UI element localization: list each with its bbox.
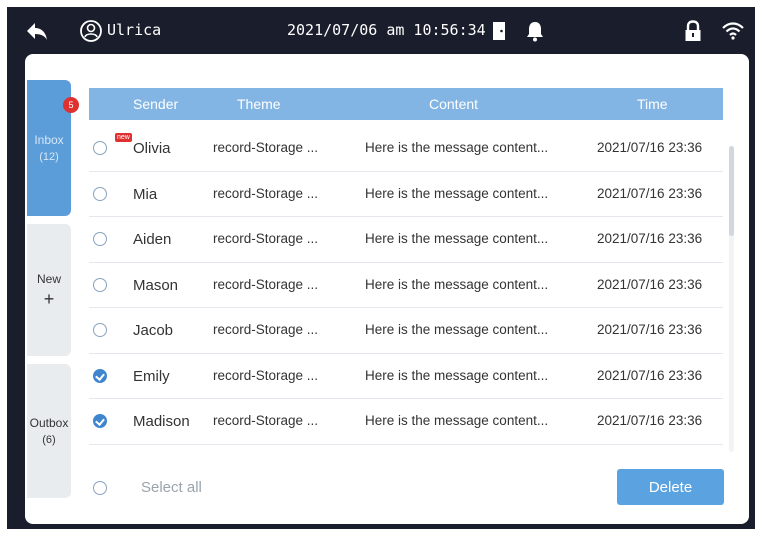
unread-badge: 5 [63,97,79,113]
row-sender: Olivia [133,140,171,157]
door-icon [493,22,505,40]
tab-inbox-label: Inbox [34,133,64,147]
message-row[interactable]: new Olivia record-Storage ... Here is th… [89,126,723,172]
tab-new[interactable]: New + [27,224,71,356]
row-theme: record-Storage ... [213,140,319,155]
row-checkbox[interactable] [93,232,107,246]
tab-new-label: New [36,272,61,286]
row-time: 2021/07/16 23:36 [597,322,703,337]
tab-outbox-label: Outbox [29,416,69,430]
row-content: Here is the message content... [365,140,549,155]
status-bar: Ulrica 2021/07/06 am 10:56:34 [7,7,755,55]
message-panel: Inbox (12) 5 New + Outbox (6) Sender The… [25,54,749,524]
device-frame: Ulrica 2021/07/06 am 10:56:34 Inbox (12)… [7,7,755,529]
lock-icon [685,20,701,41]
message-row[interactable]: Aiden record-Storage ... Here is the mes… [89,217,723,263]
row-checkbox[interactable] [93,323,107,337]
scrollbar[interactable] [729,146,734,452]
row-theme: record-Storage ... [213,413,319,428]
scrollbar-thumb[interactable] [729,146,734,236]
row-checkbox[interactable] [93,368,107,383]
column-header-content: Content [429,96,479,112]
row-sender: Mia [133,185,158,203]
column-header-theme: Theme [237,96,281,112]
select-all-checkbox[interactable] [93,481,107,495]
message-row[interactable]: Jacob record-Storage ... Here is the mes… [89,308,723,354]
row-sender: Aiden [133,231,172,248]
message-row[interactable]: Mia record-Storage ... Here is the messa… [89,172,723,217]
column-header-time: Time [637,96,668,112]
tab-outbox[interactable]: Outbox (6) [27,364,71,498]
row-time: 2021/07/16 23:36 [597,140,703,155]
table-header: Sender Theme Content Time [89,88,723,120]
row-content: Here is the message content... [365,231,549,246]
row-time: 2021/07/16 23:36 [597,185,703,201]
row-time: 2021/07/16 23:36 [597,276,703,292]
row-time: 2021/07/16 23:36 [597,231,703,246]
new-tag: new [115,133,132,142]
column-header-sender: Sender [133,96,179,112]
row-time: 2021/07/16 23:36 [597,413,703,428]
row-content: Here is the message content... [365,322,549,337]
row-checkbox[interactable] [93,277,107,292]
row-sender: Jacob [133,322,174,339]
row-theme: record-Storage ... [213,276,319,292]
row-content: Here is the message content... [365,276,549,292]
row-sender: Mason [133,276,179,294]
datetime: 2021/07/06 am 10:56:34 [287,21,486,39]
row-theme: record-Storage ... [213,367,319,383]
row-theme: record-Storage ... [213,185,319,201]
select-all-label[interactable]: Select all [141,479,202,496]
row-theme: record-Storage ... [213,322,319,337]
row-content: Here is the message content... [365,185,549,201]
row-time: 2021/07/16 23:36 [597,367,703,383]
back-arrow-icon[interactable] [25,19,49,43]
message-row[interactable]: Madison record-Storage ... Here is the m… [89,399,723,445]
bell-icon [527,22,543,42]
delete-button[interactable]: Delete [617,469,724,505]
row-sender: Emily [133,367,170,385]
message-row[interactable]: Emily record-Storage ... Here is the mes… [89,354,723,399]
message-list: new Olivia record-Storage ... Here is th… [89,126,723,445]
tab-outbox-count: (6) [42,434,56,446]
tab-inbox-count: (12) [39,151,59,163]
row-checkbox[interactable] [93,186,107,201]
row-checkbox[interactable] [93,414,107,428]
row-content: Here is the message content... [365,367,549,383]
row-theme: record-Storage ... [213,231,319,246]
user-icon [80,20,102,42]
row-checkbox[interactable] [93,141,107,155]
wifi-icon [722,22,744,40]
message-row[interactable]: Mason record-Storage ... Here is the mes… [89,263,723,308]
row-sender: Madison [133,413,190,430]
user-name: Ulrica [107,21,162,39]
plus-icon: + [43,289,55,309]
row-content: Here is the message content... [365,413,549,428]
